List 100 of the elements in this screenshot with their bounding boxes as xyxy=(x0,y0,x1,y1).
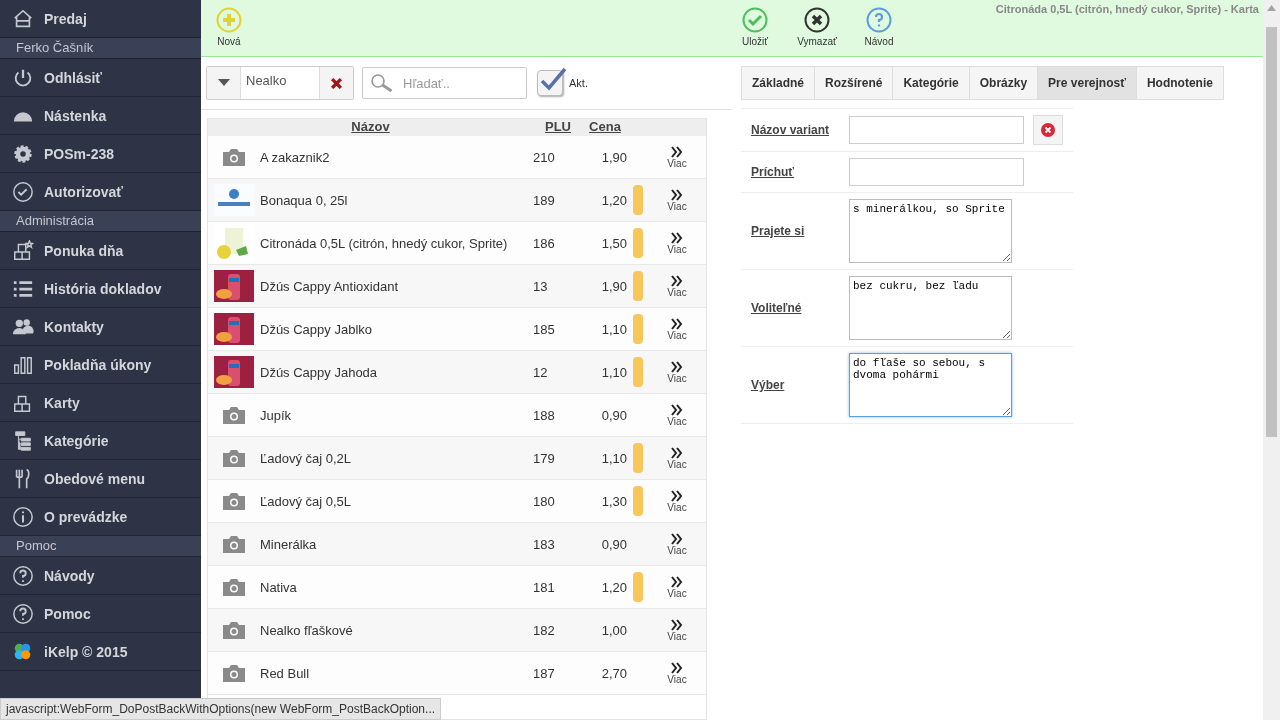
camera-icon xyxy=(222,577,246,597)
double-chevron-icon xyxy=(671,618,683,631)
toolbar-button[interactable]: Návod xyxy=(851,0,907,56)
column-header[interactable]: Názov xyxy=(208,119,533,136)
delete-icon xyxy=(1041,123,1055,137)
sidebar-item[interactable]: Návody xyxy=(0,557,201,595)
more-link[interactable]: Viac xyxy=(647,618,706,642)
cross-icon xyxy=(331,77,342,89)
sidebar-item[interactable]: Kontakty xyxy=(0,308,201,346)
clear-button[interactable] xyxy=(320,67,353,99)
toolbar-button[interactable]: Nová xyxy=(201,0,257,56)
sidebar-section-label: Ferko Čašník xyxy=(0,38,201,59)
sidebar-item[interactable]: Pomoc xyxy=(0,595,201,633)
more-link[interactable]: Viac xyxy=(647,532,706,556)
field-label[interactable]: Voliteľné xyxy=(751,301,849,315)
product-price: 1,20 xyxy=(600,579,627,595)
double-chevron-icon xyxy=(671,532,683,545)
product-row[interactable]: Džús Cappy Antioxidant 13 1,90 Viac xyxy=(208,265,706,308)
product-name: Bonaqua 0, 25l xyxy=(260,192,349,208)
more-link[interactable]: Viac xyxy=(647,489,706,513)
product-row[interactable]: Ľadový čaj 0,2L 179 1,10 Viac xyxy=(208,437,706,480)
delete-button[interactable] xyxy=(1033,115,1063,145)
column-header[interactable]: Cena xyxy=(583,119,627,136)
sidebar-item[interactable]: Pokladňa úkony xyxy=(0,346,201,384)
text-area[interactable]: bez cukru, bez ľadu xyxy=(849,276,1012,340)
more-link[interactable]: Viac xyxy=(647,231,706,255)
check-icon xyxy=(742,7,768,33)
product-row[interactable]: Bonaqua 0, 25l 189 1,20 Viac xyxy=(208,179,706,222)
product-name: Citronáda 0,5L (citrón, hnedý cukor, Sprite) xyxy=(260,235,509,251)
more-link[interactable]: Viac xyxy=(647,145,706,169)
field-label[interactable]: Prajete si xyxy=(751,224,849,238)
sidebar-item[interactable]: POSm-238 xyxy=(0,135,201,173)
check-circle-icon xyxy=(12,180,34,203)
double-chevron-icon xyxy=(671,231,683,244)
camera-icon xyxy=(222,491,246,511)
text-area[interactable]: do fľaše so sebou, s dvoma pohármi xyxy=(849,353,1012,417)
product-row[interactable]: Minerálka 183 0,90 Viac xyxy=(208,523,706,566)
search-field[interactable]: Hľadať.. xyxy=(362,67,527,99)
input-field[interactable] xyxy=(849,158,1024,186)
more-link[interactable]: Viac xyxy=(647,575,706,599)
more-link[interactable]: Viac xyxy=(647,403,706,427)
sidebar-item[interactable]: Obedové menu xyxy=(0,460,201,498)
status-bar: javascript:WebForm_DoPostBackWithOptions(new WebForm_PostBackOption... xyxy=(0,698,442,720)
double-chevron-icon xyxy=(671,575,683,588)
product-name: Džús Cappy Antioxidant xyxy=(260,278,400,294)
help-icon xyxy=(866,7,892,33)
sidebar-item[interactable]: História dokladov xyxy=(0,270,201,308)
double-chevron-icon xyxy=(671,403,683,416)
text-area[interactable]: s minerálkou, so Sprite xyxy=(849,199,1012,263)
help-icon xyxy=(12,602,34,625)
toolbar-button[interactable]: Uložiť xyxy=(727,0,783,56)
more-link[interactable]: Viac xyxy=(647,446,706,470)
field-label[interactable]: Názov variant xyxy=(751,123,849,137)
product-row[interactable]: Džús Cappy Jahoda 12 1,10 Viac xyxy=(208,351,706,394)
toolbar-button[interactable]: Vymazať xyxy=(789,0,845,56)
sidebar-item[interactable]: Karty xyxy=(0,384,201,422)
scrollbar-thumb[interactable] xyxy=(1266,27,1277,437)
camera-icon xyxy=(222,405,246,425)
product-name: Ľadový čaj 0,2L xyxy=(260,450,353,466)
active-label: Akt. xyxy=(569,77,588,89)
tab[interactable]: Základné xyxy=(741,66,816,100)
double-chevron-icon xyxy=(671,489,683,502)
tab[interactable]: Kategórie xyxy=(892,66,970,100)
field-label[interactable]: Výber xyxy=(751,378,849,392)
double-chevron-icon xyxy=(671,661,683,674)
sidebar-item[interactable]: Nástenka xyxy=(0,97,201,135)
tab[interactable]: Pre verejnosť xyxy=(1037,66,1137,100)
column-header[interactable]: PLU xyxy=(533,119,583,136)
field-label[interactable]: Príchuť xyxy=(751,165,849,179)
tab[interactable]: Hodnotenie xyxy=(1135,66,1224,100)
product-price: 1,20 xyxy=(600,192,627,208)
more-link[interactable]: Viac xyxy=(647,317,706,341)
product-price: 1,10 xyxy=(600,450,627,466)
product-row[interactable]: Nealko fľaškové 182 1,00 Viac xyxy=(208,609,706,652)
more-link[interactable]: Viac xyxy=(647,188,706,212)
help-icon xyxy=(12,564,34,587)
more-link[interactable]: Viac xyxy=(647,661,706,685)
tab[interactable]: Obrázky xyxy=(968,66,1039,100)
tab[interactable]: Rozšírené xyxy=(814,66,894,100)
dropdown-button[interactable] xyxy=(207,67,240,99)
product-price: 2,70 xyxy=(600,665,627,681)
sidebar-item[interactable]: Ponuka dňa xyxy=(0,232,201,270)
sidebar-section-label: Pomoc xyxy=(0,536,201,557)
product-plu: 183 xyxy=(533,536,556,552)
sidebar-item[interactable]: Odhlásiť xyxy=(0,59,201,97)
product-name: Jupík xyxy=(260,407,293,423)
sidebar-item[interactable]: iKelp © 2015 xyxy=(0,633,201,671)
product-price: 0,90 xyxy=(600,407,627,423)
camera-icon xyxy=(222,534,246,554)
input-field[interactable] xyxy=(849,116,1024,144)
product-plu: 189 xyxy=(533,192,556,208)
double-chevron-icon xyxy=(671,360,683,373)
product-plu: 181 xyxy=(533,579,556,595)
category-select[interactable]: Nealko xyxy=(206,66,354,100)
product-name: Nealko fľaškové xyxy=(260,622,354,638)
more-link[interactable]: Viac xyxy=(647,360,706,384)
more-link[interactable]: Viac xyxy=(647,274,706,298)
sidebar-item[interactable]: Kategórie xyxy=(0,422,201,460)
product-name: Nativa xyxy=(260,579,298,595)
product-name: A zakaznik2 xyxy=(260,149,331,165)
